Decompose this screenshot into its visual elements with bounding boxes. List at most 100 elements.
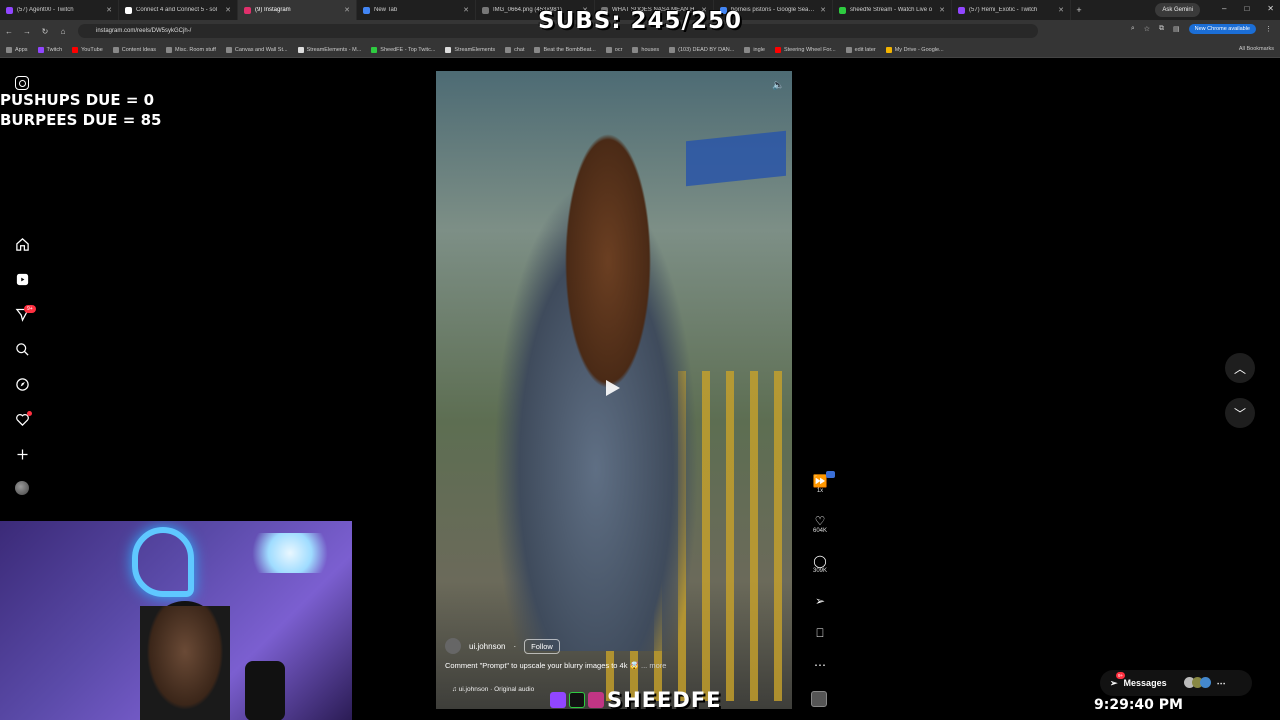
bookmark-label: My Drive - Google... [894, 46, 944, 53]
microphone [245, 661, 285, 720]
bookmark-item[interactable]: edit later [845, 46, 876, 53]
instagram-logo-icon[interactable] [15, 76, 29, 90]
menu-icon[interactable]: ⋮ [1265, 25, 1272, 33]
instagram-small-icon [588, 692, 604, 708]
browser-tab[interactable]: (57) Agent00 - Twitch ✕ [0, 0, 119, 20]
play-icon[interactable] [606, 380, 620, 396]
window-controls: – □ ✕ [1222, 4, 1274, 13]
tab-close-icon[interactable]: ✕ [1058, 6, 1064, 14]
bookmark-icon [845, 46, 852, 53]
like-button[interactable]: ♡ 604K [808, 514, 832, 534]
bookmark-item[interactable]: chat [505, 46, 524, 53]
hexagon-lights [240, 533, 340, 573]
close-window-icon[interactable]: ✕ [1267, 4, 1274, 13]
tab-title: New Tab [374, 7, 398, 13]
bookmark-label: ingle [753, 46, 765, 53]
share-button[interactable]: ➢ [808, 594, 832, 608]
dot-separator: · [513, 641, 517, 651]
author-username[interactable]: ui.johnson [469, 642, 505, 651]
browser-tab[interactable]: New Tab ✕ [357, 0, 476, 20]
comment-count: 309K [812, 568, 827, 574]
bookmark-item[interactable]: Canvas and Wall St... [225, 46, 288, 53]
audio-thumbnail[interactable] [811, 691, 827, 707]
profile-avatar[interactable] [15, 481, 29, 495]
tab-close-icon[interactable]: ✕ [939, 6, 945, 14]
extensions-icon[interactable]: ⧉ [1159, 25, 1164, 33]
bookmark-item[interactable]: YouTube [72, 46, 103, 53]
bookmark-label: Content Ideas [121, 46, 157, 53]
forward-icon[interactable]: → [18, 27, 36, 36]
bookmark-item[interactable]: houses [632, 46, 660, 53]
bookmark-label: YouTube [81, 46, 103, 53]
maximize-icon[interactable]: □ [1244, 4, 1249, 13]
update-button[interactable]: New Chrome available [1188, 24, 1256, 34]
comment-button[interactable]: ◯ 309K [808, 554, 832, 574]
bookmark-icon [112, 46, 119, 53]
bookmark-item[interactable]: ingle [744, 46, 765, 53]
bookmark-icon [37, 46, 44, 53]
new-tab-button[interactable]: + [1071, 5, 1087, 15]
explore-icon[interactable] [13, 375, 31, 393]
bookmark-item[interactable]: Twitch [37, 46, 62, 53]
home-browser-icon[interactable]: ⌂ [54, 27, 72, 36]
browser-tab[interactable]: sheedfe Stream - Watch Live o ✕ [833, 0, 952, 20]
ellipsis-icon: ⋯ [814, 658, 826, 672]
follow-button[interactable]: Follow [524, 638, 560, 654]
more-link[interactable]: ... more [641, 661, 666, 670]
minimize-icon[interactable]: – [1222, 4, 1226, 13]
browser-tab[interactable]: (9) Instagram ✕ [238, 0, 357, 20]
bookmark-label: Steering Wheel For... [783, 46, 836, 53]
ask-gemini-button[interactable]: Ask Gemini [1155, 3, 1200, 17]
browser-tab[interactable]: Connect 4 and Connect 5 - sol ✕ [119, 0, 238, 20]
chevron-down-icon: ﹀ [1233, 406, 1246, 421]
tab-close-icon[interactable]: ✕ [344, 6, 350, 14]
bookmark-item[interactable]: My Drive - Google... [885, 46, 944, 53]
webcam-feed [0, 521, 352, 720]
bookmark-item[interactable]: StreamElements - M... [297, 46, 361, 53]
mute-icon[interactable]: 🔈 [772, 80, 784, 91]
reels-icon[interactable] [13, 270, 31, 288]
reload-icon[interactable]: ↻ [36, 27, 54, 36]
previous-reel-button[interactable]: ︿ [1225, 353, 1255, 383]
bookmark-item[interactable]: Apps [6, 46, 28, 53]
more-options-button[interactable]: ⋯ [808, 658, 832, 672]
back-icon[interactable]: ← [0, 27, 18, 36]
bookmark-icon [605, 46, 612, 53]
bookmark-item[interactable]: Steering Wheel For... [774, 46, 836, 53]
bookmark-item[interactable]: Content Ideas [112, 46, 157, 53]
bookmark-item[interactable]: ocr [605, 46, 622, 53]
pushups-due: PUSHUPS DUE = 0 [0, 91, 155, 109]
sidepanel-icon[interactable]: ▤ [1173, 25, 1180, 33]
tab-favicon-icon [482, 6, 489, 14]
share-icon: ➢ [814, 594, 826, 608]
reel-audio[interactable]: ♫ ui.johnson · Original audio [452, 686, 534, 693]
tab-close-icon[interactable]: ✕ [820, 6, 826, 14]
all-bookmarks[interactable]: All Bookmarks [1239, 46, 1274, 52]
bookmark-item[interactable]: Misc. Room stuff [166, 46, 216, 53]
next-reel-button[interactable]: ﹀ [1225, 398, 1255, 428]
music-note-icon: ♫ [452, 686, 457, 693]
author-avatar[interactable] [445, 638, 461, 654]
bookmark-icon [225, 46, 232, 53]
bookmark-icon [72, 46, 79, 53]
bookmark-item[interactable]: (103) DEAD BY DAN... [669, 46, 734, 53]
save-button[interactable]: ⎕ [808, 626, 832, 640]
tab-close-icon[interactable]: ✕ [225, 6, 231, 14]
bookmark-icon [534, 46, 541, 53]
tab-favicon-icon [6, 6, 13, 14]
home-icon[interactable] [13, 235, 31, 253]
bookmark-item[interactable]: SheedFE - Top Twitc... [371, 46, 435, 53]
bookmark-star-icon[interactable]: ☆ [1144, 25, 1150, 33]
search-icon[interactable] [13, 340, 31, 358]
tab-close-icon[interactable]: ✕ [106, 6, 112, 14]
streamer-socials: SHEEDFE [550, 688, 722, 712]
bookmark-item[interactable]: Beat the BombBeat... [534, 46, 596, 53]
tab-close-icon[interactable]: ✕ [463, 6, 469, 14]
workout-overlay: PUSHUPS DUE = 0 BURPEES DUE = 85 [0, 90, 161, 130]
create-icon[interactable] [13, 445, 31, 463]
bookmark-item[interactable]: StreamElements [445, 46, 495, 53]
browser-tab[interactable]: (57) Remi_Exotic - Twitch ✕ [952, 0, 1071, 20]
messages-label: Messages [1123, 678, 1167, 688]
bookmark-label: houses [641, 46, 660, 53]
zoom-icon[interactable]: ⌕ [1131, 25, 1135, 33]
